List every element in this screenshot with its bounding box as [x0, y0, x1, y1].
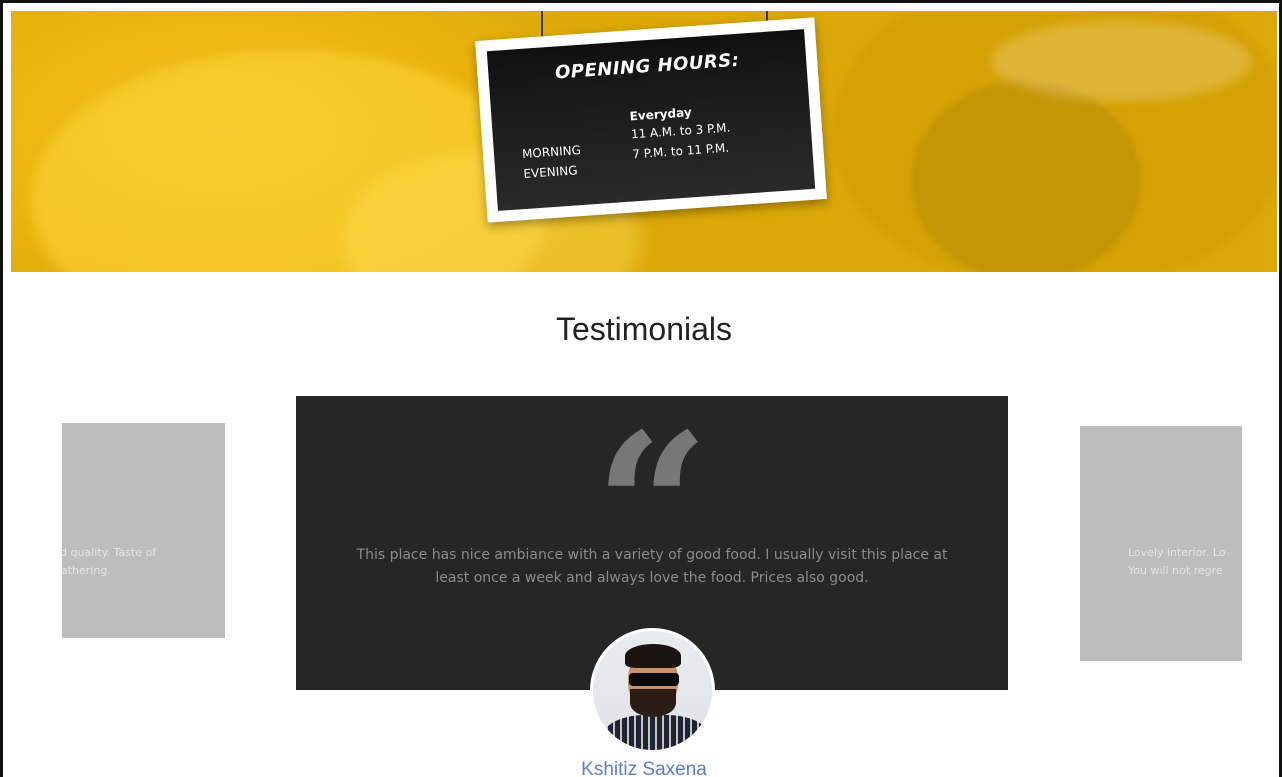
testimonial-snippet: Lovely interior. Lo [1128, 546, 1226, 559]
avatar-hair [625, 644, 681, 668]
sunglasses-icon [629, 673, 679, 686]
hours-row-time: 11 A.M. to 3 P.M. [630, 120, 731, 142]
testimonial-author-name[interactable]: Kshitiz Saxena [3, 759, 1279, 777]
avatar-beard [630, 689, 676, 717]
quote-icon: “ [594, 408, 710, 548]
opening-days-label: Everyday [629, 105, 693, 124]
author-avatar [590, 628, 715, 753]
page-frame: OPENING HOURS: Everyday MORNING 11 A.M. t… [0, 0, 1282, 777]
testimonial-card-previous[interactable]: d quality. Taste of gathering. [62, 423, 225, 638]
testimonial-snippet: You will not regre [1128, 564, 1223, 577]
background-food-blur [991, 21, 1251, 101]
opening-hours-sign: OPENING HOURS: Everyday MORNING 11 A.M. t… [475, 17, 827, 223]
background-food-blur [911, 81, 1141, 272]
hours-row-label: MORNING [521, 142, 582, 162]
testimonials-heading: Testimonials [555, 311, 733, 347]
hours-row-label: EVENING [522, 163, 578, 182]
testimonial-snippet: d quality. Taste of [62, 546, 157, 559]
testimonial-snippet: gathering. [62, 564, 111, 577]
testimonial-text: This place has nice ambiance with a vari… [356, 547, 948, 586]
testimonial-card-next[interactable]: Lovely interior. Lo You will not regre [1080, 426, 1242, 661]
opening-hours-title: OPENING HOURS: [554, 49, 741, 84]
opening-hours-board: OPENING HOURS: Everyday MORNING 11 A.M. t… [486, 29, 816, 211]
avatar-shirt [601, 715, 711, 750]
